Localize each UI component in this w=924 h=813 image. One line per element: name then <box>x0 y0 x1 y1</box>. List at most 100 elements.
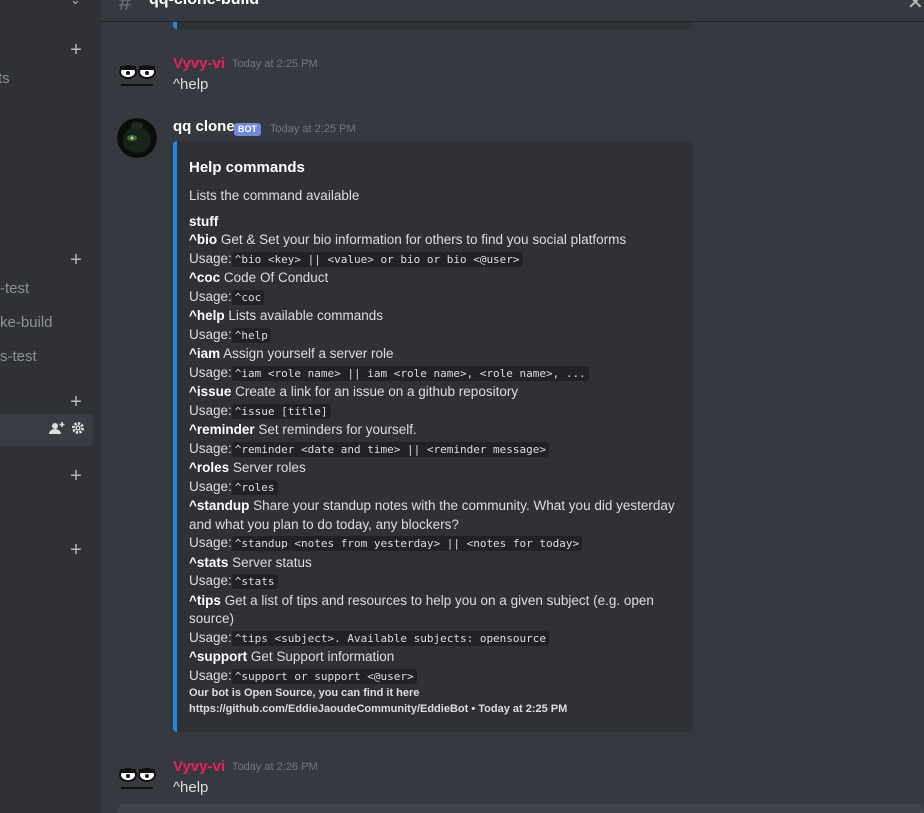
command-line: ^coc Code Of Conduct <box>189 269 679 288</box>
embed-title: Help commands <box>189 159 305 176</box>
command-line: ^bio Get & Set your bio information for … <box>189 231 679 250</box>
github-link[interactable]: https://github.com/EddieJaoudeCommunity/… <box>189 703 468 715</box>
field-name: stuff <box>189 214 219 229</box>
hash-icon: # <box>119 0 132 15</box>
sidebar-channel[interactable]: -test <box>0 280 29 297</box>
command-line: ^reminder Set reminders for yourself. <box>189 421 679 440</box>
command-description: Server status <box>232 554 312 570</box>
embed-description: Lists the command available <box>189 188 360 203</box>
command-name: ^iam <box>189 346 221 361</box>
command-line: ^iam Assign yourself a server role <box>189 345 679 364</box>
close-icon[interactable]: ✕ <box>907 0 924 15</box>
timestamp: Today at 2:25 PM <box>232 58 318 70</box>
add-channel-icon[interactable]: + <box>67 40 85 60</box>
add-channel-icon[interactable]: + <box>67 250 85 270</box>
usage-code: ^issue [title] <box>231 403 331 419</box>
chevron-down-icon[interactable]: ⌄ <box>70 0 84 7</box>
usage-label: Usage: <box>189 402 232 418</box>
usage-code: ^coc <box>231 289 265 305</box>
channel-sidebar: ⌄ + ts + -test ke-build s-test + + + <box>0 0 101 813</box>
command-description: Get a list of tips and resources to help… <box>189 592 654 627</box>
footer-separator: • <box>471 703 476 715</box>
usage-line: Usage: ^standup <notes from yesterday> ||… <box>189 534 679 554</box>
bell-icon[interactable] <box>869 0 889 6</box>
help-embed: Help commands Lists the command availabl… <box>173 141 693 732</box>
command-line: ^tips Get a list of tips and resources t… <box>189 592 679 629</box>
add-channel-icon[interactable]: + <box>67 392 85 412</box>
invite-icon[interactable] <box>49 421 65 435</box>
usage-line: Usage: ^bio <key> || <value> or bio or bi… <box>189 250 679 270</box>
channel-header: # qq-clone-build ✕ <box>101 0 924 22</box>
command-name: ^issue <box>189 384 232 399</box>
usage-label: Usage: <box>189 573 232 588</box>
command-description: Code Of Conduct <box>223 270 329 285</box>
command-line: ^issue Create a link for an issue on a g… <box>189 383 679 402</box>
usage-line: Usage: ^coc <box>189 288 679 308</box>
channel-title: qq-clone-build <box>149 0 259 9</box>
usage-label: Usage: <box>189 667 232 683</box>
usage-line: Usage: ^reminder <date and time> || <remi… <box>189 440 679 460</box>
usage-label: Usage: <box>189 440 232 456</box>
command-line: ^help Lists available commands <box>189 307 679 326</box>
usage-line: Usage: ^roles <box>189 478 679 498</box>
command-name: ^reminder <box>189 422 255 437</box>
usage-line: Usage: ^iam <role name> || iam <role name… <box>189 364 679 384</box>
message-input[interactable] <box>117 804 924 813</box>
usage-line: Usage: ^issue [title] <box>189 402 679 422</box>
command-name: ^bio <box>189 232 218 247</box>
command-name: ^roles <box>189 460 230 475</box>
usage-label: Usage: <box>189 629 232 645</box>
command-name: ^stats <box>189 554 229 570</box>
command-description: Set reminders for yourself. <box>258 422 417 437</box>
add-channel-icon[interactable]: + <box>67 466 85 486</box>
sidebar-channel[interactable]: s-test <box>0 348 37 365</box>
sidebar-channel[interactable]: ke-build <box>0 314 53 331</box>
usage-code: ^roles <box>231 479 278 495</box>
username[interactable]: qq clone <box>173 118 235 135</box>
gear-icon[interactable] <box>71 421 85 435</box>
avatar[interactable] <box>117 55 157 95</box>
command-description: Get & Set your bio information for other… <box>220 232 627 247</box>
add-channel-icon[interactable]: + <box>67 540 85 560</box>
usage-code: ^reminder <date and time> || <reminder m… <box>231 441 550 457</box>
command-name: ^support <box>189 649 248 664</box>
usage-code: ^support or support <@user> <box>231 668 417 684</box>
command-name: ^standup <box>189 498 250 513</box>
previous-embed <box>173 22 693 29</box>
usage-code: ^bio <key> || <value> or bio or bio <@us… <box>231 251 523 267</box>
usage-label: Usage: <box>189 326 232 342</box>
usage-label: Usage: <box>189 288 232 304</box>
timestamp: Today at 2:26 PM <box>232 761 318 773</box>
command-line: ^standup Share your standup notes with t… <box>189 497 679 534</box>
avatar[interactable] <box>117 758 157 798</box>
command-description: Create a link for an issue on a github r… <box>235 384 519 399</box>
usage-code: ^iam <role name> || iam <role name>, <ro… <box>231 365 589 381</box>
command-name: ^tips <box>189 592 221 608</box>
command-description: Lists available commands <box>228 308 383 323</box>
usage-code: ^stats <box>231 574 278 589</box>
timestamp: Today at 2:25 PM <box>270 123 356 135</box>
footer-line: Our bot is Open Source, you can find it … <box>189 687 420 699</box>
embed-fields: stuff ^bio Get & Set your bio informatio… <box>189 213 679 686</box>
command-line: ^support Get Support information <box>189 648 679 667</box>
username[interactable]: Vyvy-vi <box>173 758 225 775</box>
usage-line: Usage: ^tips <subject>. Available subject… <box>189 629 679 649</box>
footer-timestamp: Today at 2:25 PM <box>478 703 568 715</box>
usage-label: Usage: <box>189 535 232 550</box>
embed-footer: Our bot is Open Source, you can find it … <box>189 685 567 717</box>
bot-badge: BOT <box>234 123 261 136</box>
command-description: Share your standup notes with the commun… <box>189 498 675 532</box>
usage-line: Usage: ^stats <box>189 572 679 592</box>
command-name: ^coc <box>189 270 221 285</box>
usage-line: Usage: ^help <box>189 326 679 346</box>
command-line: ^roles Server roles <box>189 459 679 478</box>
usage-label: Usage: <box>189 364 232 380</box>
bot-avatar[interactable] <box>117 118 157 158</box>
sidebar-channel[interactable]: ts <box>0 70 10 87</box>
usage-line: Usage: ^support or support <@user> <box>189 667 679 687</box>
username[interactable]: Vyvy-vi <box>173 55 225 72</box>
command-line: ^stats Server status <box>189 554 679 573</box>
usage-label: Usage: <box>189 250 232 266</box>
command-description: Server roles <box>232 460 306 475</box>
command-description: Get Support information <box>250 649 395 664</box>
